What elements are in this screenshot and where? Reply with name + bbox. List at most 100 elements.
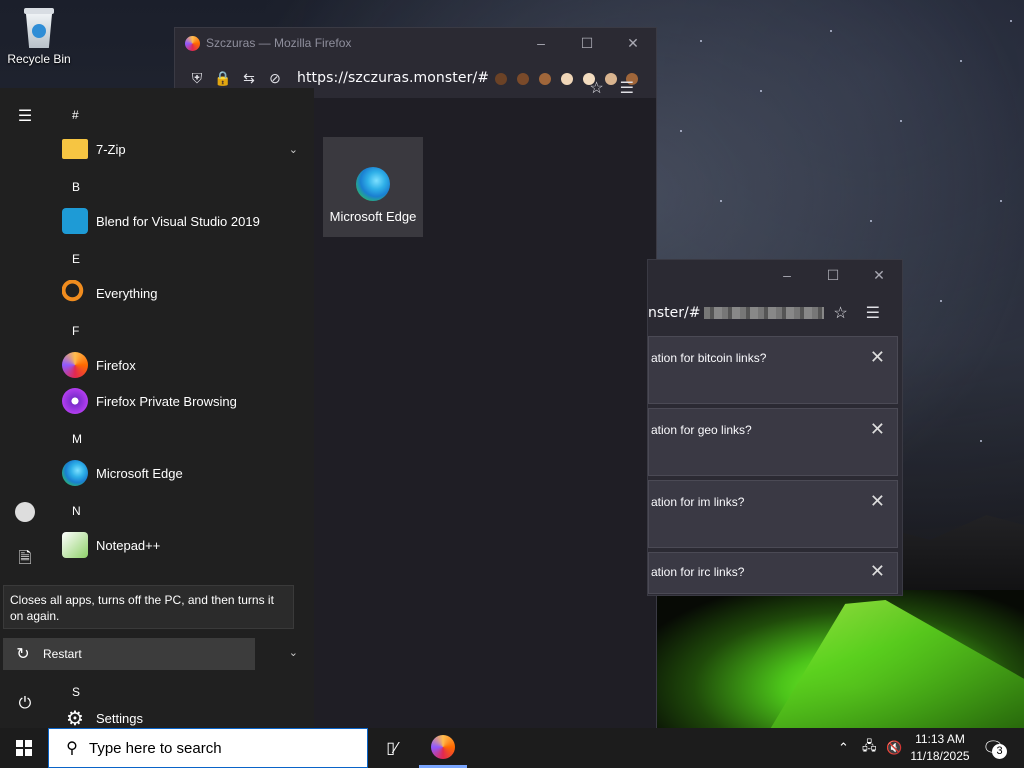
magnifier-icon xyxy=(62,280,88,306)
folder-icon xyxy=(62,139,88,159)
menu-hamburger-icon[interactable]: ☰ xyxy=(620,78,634,98)
notepadpp-icon xyxy=(62,532,88,558)
section-letter[interactable]: F xyxy=(72,324,79,338)
medium-dark-face-icon xyxy=(517,73,529,86)
documents-icon[interactable]: 🗎 xyxy=(13,548,37,572)
restart-tooltip: Closes all apps, turns off the PC, and t… xyxy=(3,585,294,629)
restart-label: Restart xyxy=(43,647,82,661)
app-label: Notepad++ xyxy=(96,537,161,553)
blend-icon xyxy=(62,208,88,234)
windows-logo-icon xyxy=(16,740,32,756)
private-browsing-icon xyxy=(62,388,88,414)
chevron-down-icon[interactable]: ⌄ xyxy=(289,143,298,156)
minimize-button[interactable]: – xyxy=(764,260,810,290)
section-letter[interactable]: # xyxy=(72,108,79,122)
shield-icon[interactable]: ⛨ xyxy=(187,68,207,88)
restart-menu-item[interactable]: ↻ Restart xyxy=(3,638,255,670)
search-placeholder: Type here to search xyxy=(89,739,222,757)
close-icon[interactable]: ✕ xyxy=(870,419,885,440)
medium-face-icon xyxy=(538,73,551,86)
task-view-icon[interactable]: ▯⁄ xyxy=(368,728,416,768)
address-bar-url[interactable]: https://szczuras.monster/# xyxy=(297,70,489,86)
edge-icon xyxy=(356,167,390,201)
prompt-text: ation for geo links? xyxy=(651,423,752,437)
address-bar-url[interactable]: nster/# xyxy=(648,305,700,321)
app-7zip[interactable]: 7-Zip ⌄ xyxy=(62,131,314,167)
menu-hamburger-icon[interactable]: ☰ xyxy=(866,303,880,323)
app-label: Firefox Private Browsing xyxy=(96,393,237,409)
light-face-icon xyxy=(560,73,573,86)
section-letter[interactable]: S xyxy=(72,685,80,699)
start-menu: ☰ 🗎 ⏻ # 7-Zip ⌄ B Blend for Visual Studi… xyxy=(0,88,314,730)
protocol-handler-prompt[interactable]: ation for geo links? ✕ xyxy=(648,408,898,476)
app-label: Settings xyxy=(96,710,143,726)
section-letter[interactable]: E xyxy=(72,252,80,266)
start-menu-rail: ☰ 🗎 ⏻ xyxy=(0,88,50,728)
taskbar-search-box[interactable]: ⚲ Type here to search xyxy=(48,728,368,768)
restart-icon: ↻ xyxy=(16,646,30,663)
firefox-logo-icon xyxy=(185,35,200,51)
app-label: Everything xyxy=(96,285,158,301)
start-button[interactable] xyxy=(0,728,48,768)
prompt-text: ation for bitcoin links? xyxy=(651,351,767,365)
search-icon: ⚲ xyxy=(66,740,78,757)
edge-tile-label: Microsoft Edge xyxy=(329,209,417,224)
app-edge[interactable]: Microsoft Edge xyxy=(62,455,183,491)
network-icon[interactable]: 🖧 xyxy=(862,728,877,768)
close-button[interactable]: ✕ xyxy=(856,260,902,290)
show-hidden-icons-chevron[interactable]: ⌃ xyxy=(838,728,849,768)
lock-icon[interactable]: 🔒 xyxy=(213,68,233,88)
recycle-bin-shortcut[interactable]: Recycle Bin xyxy=(6,8,72,66)
firefox-second-window[interactable]: – ☐ ✕ nster/# ☆ ☰ ation for bitcoin link… xyxy=(648,260,902,595)
app-firefox-private[interactable]: Firefox Private Browsing xyxy=(62,383,237,419)
notification-count-badge: 3 xyxy=(992,744,1007,759)
user-account-icon[interactable] xyxy=(13,500,37,524)
clock-date: 11/18/2025 xyxy=(910,749,970,763)
dark-skin-face-icon xyxy=(495,73,508,86)
firefox-title-bar[interactable]: Szczuras — Mozilla Firefox – ☐ ✕ xyxy=(175,28,656,58)
protocol-handler-prompt[interactable]: ation for irc links? ✕ xyxy=(648,552,898,594)
edge-icon xyxy=(62,460,88,486)
power-icon[interactable]: ⏻ xyxy=(13,692,37,716)
protocol-handler-prompt[interactable]: ation for im links? ✕ xyxy=(648,480,898,548)
maximize-button[interactable]: ☐ xyxy=(564,28,610,58)
section-letter[interactable]: N xyxy=(72,504,81,518)
prompt-text: ation for irc links? xyxy=(651,565,745,579)
protocol-handler-prompt[interactable]: ation for bitcoin links? ✕ xyxy=(648,336,898,404)
firefox-icon xyxy=(431,734,455,759)
permissions-icon[interactable]: ⇆ xyxy=(239,68,259,88)
close-button[interactable]: ✕ xyxy=(610,28,656,58)
url-redacted-bars xyxy=(704,307,825,319)
close-icon[interactable]: ✕ xyxy=(870,561,885,582)
app-notepadpp[interactable]: Notepad++ xyxy=(62,527,160,563)
prompt-text: ation for im links? xyxy=(651,495,745,509)
bookmark-star-icon[interactable]: ☆ xyxy=(589,78,603,98)
recycle-bin-icon xyxy=(22,8,56,48)
app-label: Blend for Visual Studio 2019 xyxy=(96,213,260,229)
bookmark-star-icon[interactable]: ☆ xyxy=(833,303,847,323)
app-label: Microsoft Edge xyxy=(96,465,183,481)
volume-muted-icon[interactable]: 🔇 xyxy=(886,728,902,768)
close-icon[interactable]: ✕ xyxy=(870,347,885,368)
app-everything[interactable]: Everything xyxy=(62,275,157,311)
minimize-button[interactable]: – xyxy=(518,28,564,58)
section-letter[interactable]: M xyxy=(72,432,82,446)
section-letter[interactable]: B xyxy=(72,180,80,194)
app-firefox[interactable]: Firefox xyxy=(62,347,136,383)
taskbar-firefox[interactable] xyxy=(419,728,467,768)
close-icon[interactable]: ✕ xyxy=(870,491,885,512)
firefox-icon xyxy=(62,352,88,378)
clock-time: 11:13 AM xyxy=(915,732,965,746)
app-blend[interactable]: Blend for Visual Studio 2019 xyxy=(62,203,260,239)
edge-tile[interactable]: Microsoft Edge xyxy=(323,137,423,237)
firefox-window-title: Szczuras — Mozilla Firefox xyxy=(206,36,352,50)
recycle-bin-label: Recycle Bin xyxy=(7,52,71,66)
hamburger-menu-icon[interactable]: ☰ xyxy=(13,104,37,128)
maximize-button[interactable]: ☐ xyxy=(810,260,856,290)
taskbar: ⚲ Type here to search ▯⁄ ⌃ 🖧 🔇 11:13 AM … xyxy=(0,728,1024,768)
app-label: 7-Zip xyxy=(96,141,126,157)
app-label: Firefox xyxy=(96,357,136,373)
chevron-down-icon[interactable]: ⌄ xyxy=(289,646,298,659)
system-clock[interactable]: 11:13 AM 11/18/2025 xyxy=(908,731,972,765)
tracking-blocked-icon[interactable]: ⊘ xyxy=(265,68,285,88)
